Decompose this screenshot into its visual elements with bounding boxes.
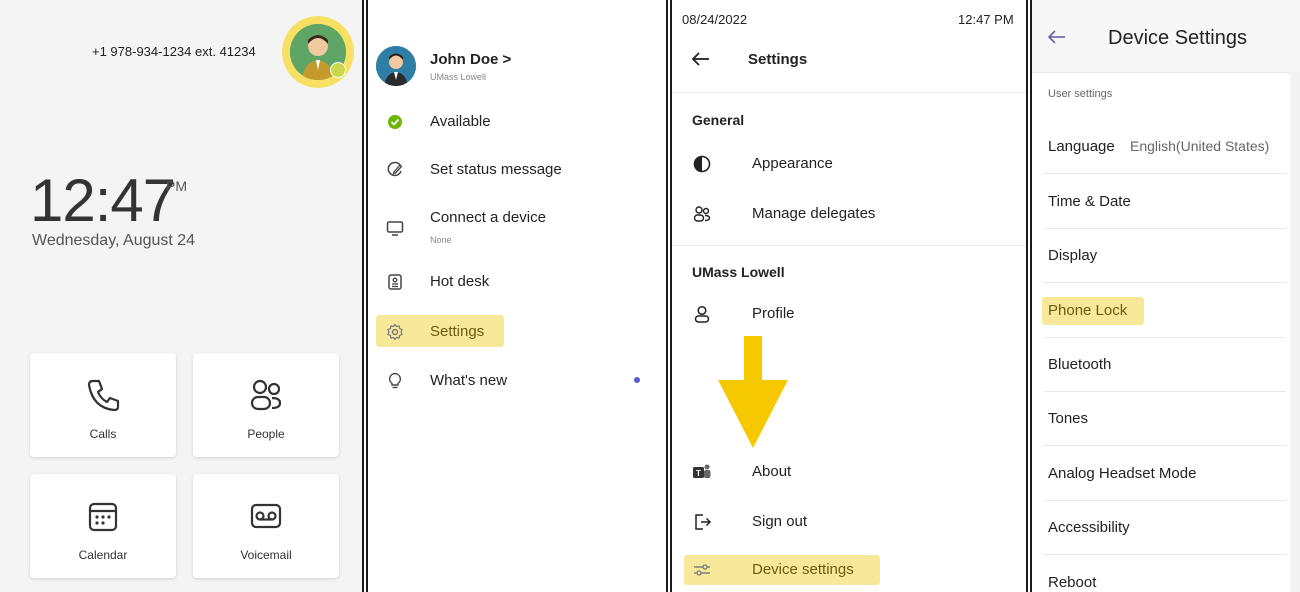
- clock-date: Wednesday, August 24: [32, 232, 196, 249]
- status-bar-time: 12:47 PM: [958, 12, 1014, 27]
- person-icon: [376, 46, 416, 86]
- people-label: People: [247, 427, 285, 441]
- settings-row-tones[interactable]: Tones: [1032, 392, 1300, 446]
- calendar-icon: [88, 502, 118, 532]
- arrow-down-icon: [718, 336, 788, 448]
- sign-out-icon: [695, 514, 712, 530]
- settings-row-phone-lock[interactable]: Phone Lock: [1032, 284, 1300, 338]
- teams-logo-icon: T: [693, 464, 711, 478]
- voicemail-icon: [250, 503, 282, 529]
- settings-item-appearance[interactable]: Appearance: [672, 147, 1026, 181]
- settings-item-sign-out[interactable]: Sign out: [672, 505, 1026, 539]
- section-header-general: General: [692, 112, 745, 128]
- chevron-right-icon: >: [502, 51, 512, 68]
- settings-row-bluetooth[interactable]: Bluetooth: [1032, 338, 1300, 392]
- menu-avatar[interactable]: [376, 46, 416, 86]
- new-indicator-dot: [634, 377, 640, 383]
- lightbulb-icon: [388, 372, 402, 389]
- menu-item-hot-desk[interactable]: Hot desk: [368, 265, 666, 299]
- settings-item-about[interactable]: T About: [672, 455, 1026, 489]
- menu-item-connect-device[interactable]: Connect a device: [368, 201, 666, 236]
- menu-item-available[interactable]: Available: [368, 105, 666, 139]
- menu-item-settings[interactable]: Settings: [368, 315, 666, 349]
- svg-text:T: T: [696, 469, 701, 478]
- monitor-icon: [386, 221, 404, 236]
- back-arrow-icon[interactable]: [1046, 26, 1068, 48]
- phone-icon: [87, 379, 120, 412]
- language-value: English(United States): [1130, 138, 1270, 154]
- settings-row-language[interactable]: Language English(United States): [1032, 120, 1300, 174]
- calls-label: Calls: [89, 427, 117, 441]
- profile-menu-panel: John Doe > UMass Lowell Available Set st…: [368, 0, 666, 592]
- appearance-icon: [693, 155, 711, 173]
- clock-time: 12:47: [30, 167, 176, 234]
- settings-row-accessibility[interactable]: Accessibility: [1032, 501, 1300, 555]
- page-title: Device Settings: [1108, 27, 1247, 49]
- phone-number: +1 978-934-1234 ext. 41234: [92, 44, 256, 59]
- settings-panel: 08/24/2022 12:47 PM Settings General App…: [672, 0, 1026, 592]
- home-screen-panel: +1 978-934-1234 ext. 41234 12:47 PM Wedn…: [0, 0, 362, 592]
- profile-icon: [694, 305, 710, 323]
- divider: [672, 92, 1026, 93]
- section-header-org: UMass Lowell: [692, 264, 785, 280]
- device-settings-panel: Device Settings User settings Language E…: [1032, 0, 1300, 592]
- settings-item-profile[interactable]: Profile: [672, 297, 1026, 331]
- user-name[interactable]: John Doe >: [430, 51, 511, 68]
- status-check-icon: [330, 62, 346, 78]
- delegates-icon: [693, 206, 711, 222]
- settings-row-display[interactable]: Display: [1032, 229, 1300, 283]
- connect-device-status: None: [430, 235, 452, 245]
- settings-item-manage-delegates[interactable]: Manage delegates: [672, 197, 1026, 231]
- clock-ampm: PM: [166, 178, 187, 194]
- sliders-icon: [694, 564, 710, 576]
- menu-item-set-status-message[interactable]: Set status message: [368, 153, 666, 187]
- status-available-icon: [388, 115, 402, 129]
- back-arrow-icon[interactable]: [690, 48, 712, 70]
- calls-tile[interactable]: Calls: [30, 353, 176, 457]
- divider: [672, 245, 1026, 246]
- people-tile[interactable]: People: [193, 353, 339, 457]
- section-header-user-settings: User settings: [1048, 88, 1113, 100]
- user-org: UMass Lowell: [430, 72, 487, 82]
- status-bar-date: 08/24/2022: [682, 12, 748, 27]
- voicemail-tile[interactable]: Voicemail: [193, 474, 339, 578]
- people-icon: [250, 379, 282, 411]
- settings-item-device-settings[interactable]: Device settings: [672, 553, 1026, 587]
- settings-row-analog-headset[interactable]: Analog Headset Mode: [1032, 447, 1300, 501]
- voicemail-label: Voicemail: [240, 548, 292, 562]
- pencil-icon: [387, 161, 403, 177]
- page-title: Settings: [748, 51, 808, 68]
- calendar-label: Calendar: [78, 548, 128, 562]
- settings-row-time-date[interactable]: Time & Date: [1032, 175, 1300, 229]
- hot-desk-icon: [388, 274, 402, 290]
- calendar-tile[interactable]: Calendar: [30, 474, 176, 578]
- menu-item-whats-new[interactable]: What's new: [368, 364, 666, 398]
- gear-icon: [387, 323, 403, 341]
- settings-row-reboot[interactable]: Reboot: [1032, 556, 1300, 592]
